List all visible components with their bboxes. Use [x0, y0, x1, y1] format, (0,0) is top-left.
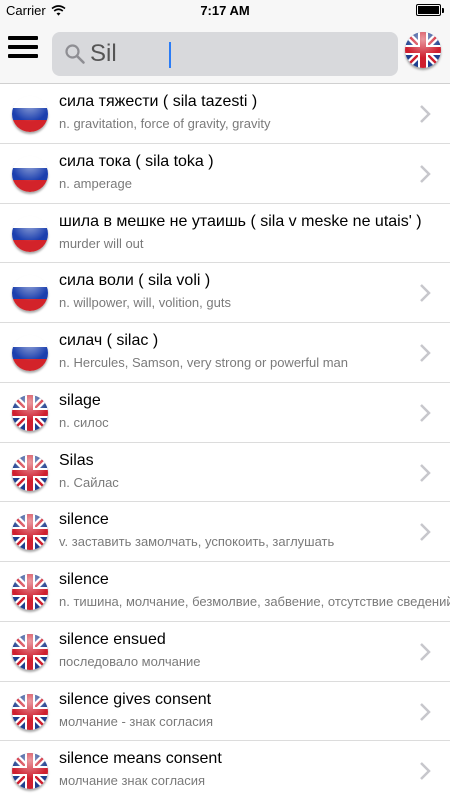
battery-icon [416, 4, 444, 16]
list-item[interactable]: шила в мешке не утаишь ( sila v meske ne… [0, 204, 450, 264]
item-subtitle: n. Hercules, Samson, very strong or powe… [59, 355, 349, 370]
item-subtitle: n. Сайлас [59, 474, 119, 490]
uk-flag-icon [405, 32, 441, 68]
item-title: сила тока ( sila toka ) [59, 152, 214, 170]
item-subtitle: v. заставить замолчать, успокоить, заглу… [59, 534, 335, 550]
item-title: silence [59, 511, 109, 529]
item-title: silage [59, 391, 101, 409]
uk-flag-icon [12, 454, 48, 491]
list-item[interactable]: сила воли ( sila voli ) n. willpower, wi… [0, 263, 450, 323]
list-item[interactable]: силач ( silac ) n. Hercules, Samson, ver… [0, 323, 450, 383]
language-switch-button[interactable] [405, 32, 441, 68]
uk-flag-icon [12, 394, 48, 431]
results-list: сила тяжести ( sila tazesti ) n. gravita… [0, 84, 450, 800]
russian-flag-icon [12, 215, 48, 252]
item-subtitle: n. amperage [59, 175, 132, 191]
item-title: silence [59, 571, 109, 588]
list-item[interactable]: silence v. заставить замолчать, успокоит… [0, 502, 450, 562]
item-title: шила в мешке не утаишь ( sila v meske ne… [59, 212, 422, 230]
search-box[interactable] [52, 32, 398, 76]
chevron-right-icon [420, 164, 431, 183]
chevron-right-icon [420, 702, 431, 721]
status-time: 7:17 AM [200, 3, 250, 18]
list-item[interactable]: silence ensued последовало молчание [0, 622, 450, 682]
chevron-right-icon [420, 105, 431, 123]
item-subtitle: n. тишина, молчание, безмолвие, забвение… [59, 594, 450, 609]
uk-flag-icon [12, 633, 48, 670]
search-input[interactable] [90, 32, 390, 76]
item-subtitle: n. силос [59, 414, 109, 430]
chevron-right-icon [420, 403, 431, 422]
uk-flag-icon [12, 753, 48, 790]
list-item[interactable]: silence gives consent молчание - знак со… [0, 682, 450, 742]
item-subtitle: murder will out [59, 235, 144, 251]
item-title: силач ( silac ) [59, 332, 159, 349]
text-caret [169, 42, 171, 68]
search-icon [65, 44, 85, 64]
item-subtitle: n. gravitation, force of gravity, gravit… [59, 116, 271, 131]
russian-flag-icon [12, 155, 48, 192]
list-item[interactable]: silence n. тишина, молчание, безмолвие, … [0, 562, 450, 622]
nav-bar [0, 22, 450, 84]
item-title: silence means consent [59, 750, 222, 768]
status-bar: Carrier 7:17 AM [0, 0, 450, 22]
chevron-right-icon [420, 463, 431, 482]
russian-flag-icon [12, 275, 48, 312]
item-title: silence gives consent [59, 690, 212, 708]
chevron-right-icon [420, 284, 431, 303]
russian-flag-icon [12, 335, 48, 371]
chevron-right-icon [420, 523, 431, 542]
item-title: сила тяжести ( sila tazesti ) [59, 93, 258, 110]
item-title: Silas [59, 451, 94, 469]
hamburger-menu-icon[interactable] [8, 36, 38, 62]
item-subtitle: последовало молчание [59, 653, 201, 669]
list-item[interactable]: silage n. силос [0, 383, 450, 443]
item-title: silence ensued [59, 630, 166, 648]
item-subtitle: молчание - знак согласия [59, 713, 214, 729]
uk-flag-icon [12, 514, 48, 551]
uk-flag-icon [12, 693, 48, 730]
list-item[interactable]: сила тока ( sila toka ) n. amperage [0, 144, 450, 204]
chevron-right-icon [420, 344, 431, 362]
chevron-right-icon [420, 642, 431, 661]
chevron-right-icon [420, 762, 431, 781]
list-item[interactable]: Silas n. Сайлас [0, 443, 450, 503]
item-subtitle: n. willpower, will, volition, guts [59, 295, 231, 311]
item-subtitle: молчание знак согласия [59, 773, 206, 789]
list-item[interactable]: сила тяжести ( sila tazesti ) n. gravita… [0, 84, 450, 144]
uk-flag-icon [12, 574, 48, 610]
list-item[interactable]: silence means consent молчание знак согл… [0, 741, 450, 800]
item-title: сила воли ( sila voli ) [59, 272, 211, 290]
russian-flag-icon [12, 96, 48, 132]
